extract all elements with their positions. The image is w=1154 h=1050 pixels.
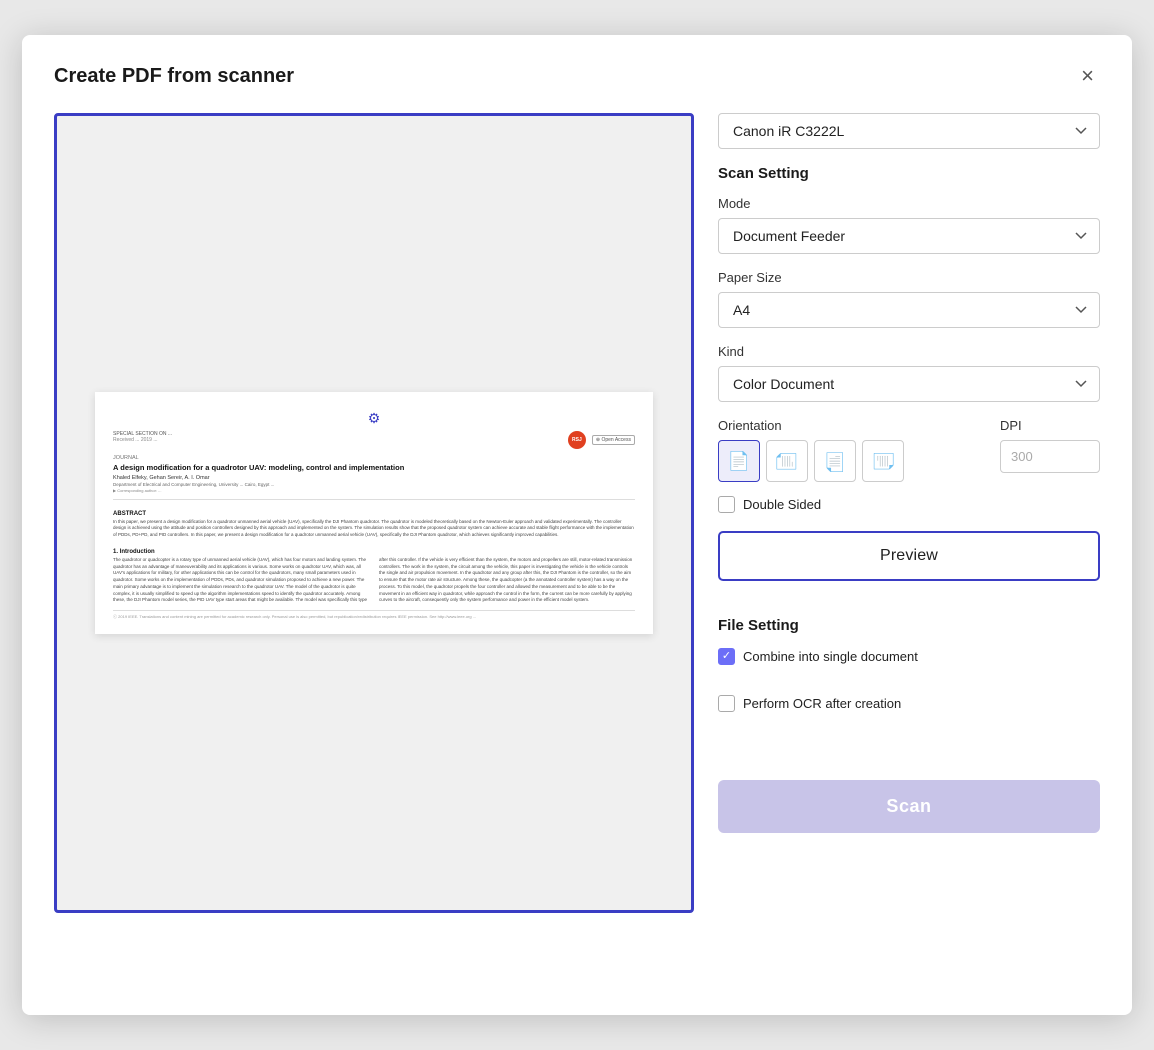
mode-dropdown[interactable]: Document FeederFlatbed [718,218,1100,254]
orient-landscape-right-icon: 📄 [872,450,893,472]
double-sided-label: Double Sided [743,497,821,512]
doc-section-1: 1. Introduction [113,549,635,555]
orient-portrait-btn[interactable]: 📄 [718,440,760,482]
doc-header: SPECIAL SECTION ON ... Received ... 2019… [113,431,635,449]
orientation-buttons: 📄 📄 📄 📄 [718,440,982,482]
doc-journal: JOURNAL [113,455,635,461]
doc-body-text: The quadrotor or quadcopter is a rotary … [113,557,635,604]
paper-size-field: Paper Size A4A3LetterLegal [718,270,1100,328]
create-pdf-dialog: Create PDF from scanner × ⚙ SPECIAL SECT… [22,35,1132,1015]
double-sided-checkbox[interactable] [718,496,735,513]
dpi-input[interactable] [1000,440,1100,473]
paper-size-dropdown[interactable]: A4A3LetterLegal [718,292,1100,328]
preview-panel: ⚙ SPECIAL SECTION ON ... Received ... 20… [54,113,694,913]
doc-logo: RSJ ⊕ Open Access [568,431,635,449]
scan-setting-title: Scan Setting [718,165,1100,182]
orient-landscape-left-icon: 📄 [776,450,797,472]
mode-field: Mode Document FeederFlatbed [718,196,1100,254]
settings-panel: Canon iR C3222LHP LaserJet ProEpson Work… [718,113,1100,833]
combine-label: Combine into single document [743,649,918,664]
doc-abstract-text: In this paper, we present a design modif… [113,519,635,539]
ocr-row: Perform OCR after creation [718,695,1100,712]
document-preview: ⚙ SPECIAL SECTION ON ... Received ... 20… [95,392,653,634]
scan-setting-section: Scan Setting Mode Document FeederFlatbed… [718,165,1100,603]
doc-abstract-label: ABSTRACT [113,511,635,517]
dialog-header: Create PDF from scanner × [54,63,1100,89]
orientation-dpi-row: Orientation 📄 📄 📄 [718,418,1100,482]
doc-corr: ▶ Corresponding author: ... [113,488,635,493]
dialog-body: ⚙ SPECIAL SECTION ON ... Received ... 20… [54,113,1100,913]
orient-portrait-icon: 📄 [728,451,750,472]
preview-button[interactable]: Preview [718,531,1100,581]
doc-main-title: A design modification for a quadrotor UA… [113,463,635,473]
mode-label: Mode [718,196,1100,211]
open-access-badge: ⊕ Open Access [592,435,635,445]
kind-dropdown[interactable]: Color DocumentGrayscaleBlack & White [718,366,1100,402]
dialog-title: Create PDF from scanner [54,65,294,88]
orient-portrait-flip-btn[interactable]: 📄 [814,440,856,482]
kind-field: Kind Color DocumentGrayscaleBlack & Whit… [718,344,1100,402]
combine-checkbox[interactable] [718,648,735,665]
scanner-dropdown[interactable]: Canon iR C3222LHP LaserJet ProEpson Work… [718,113,1100,149]
close-button[interactable]: × [1075,63,1100,89]
doc-affiliation: Department of Electrical and Computer En… [113,482,635,487]
doc-authors: Khaled Elfeky, Gehan Sereir, A. I. Omar [113,475,635,481]
orient-landscape-right-btn[interactable]: 📄 [862,440,904,482]
orient-landscape-left-btn[interactable]: 📄 [766,440,808,482]
orientation-label: Orientation [718,418,982,433]
kind-label: Kind [718,344,1100,359]
file-setting-title: File Setting [718,617,1100,634]
dpi-group: DPI [1000,418,1100,473]
file-setting-section: File Setting Combine into single documen… [718,617,1100,730]
scanner-select-group: Canon iR C3222LHP LaserJet ProEpson Work… [718,113,1100,149]
doc-footer: ⓒ 2019 IEEE. Translations and content mi… [113,610,635,620]
ocr-label: Perform OCR after creation [743,696,901,711]
orient-portrait-flip-icon: 📄 [824,451,846,472]
orientation-group: Orientation 📄 📄 📄 [718,418,982,482]
double-sided-row: Double Sided [718,496,1100,513]
ocr-checkbox[interactable] [718,695,735,712]
doc-meta-left: SPECIAL SECTION ON ... Received ... 2019… [113,431,172,443]
doc-title-area: JOURNAL A design modification for a quad… [113,455,635,500]
rsj-logo: RSJ [568,431,586,449]
combine-row: Combine into single document [718,648,1100,665]
dpi-label: DPI [1000,418,1100,433]
paper-size-label: Paper Size [718,270,1100,285]
doc-icon: ⚙ [113,410,635,427]
file-checkboxes: Combine into single document Perform OCR… [718,648,1100,730]
scan-button[interactable]: Scan [718,780,1100,833]
